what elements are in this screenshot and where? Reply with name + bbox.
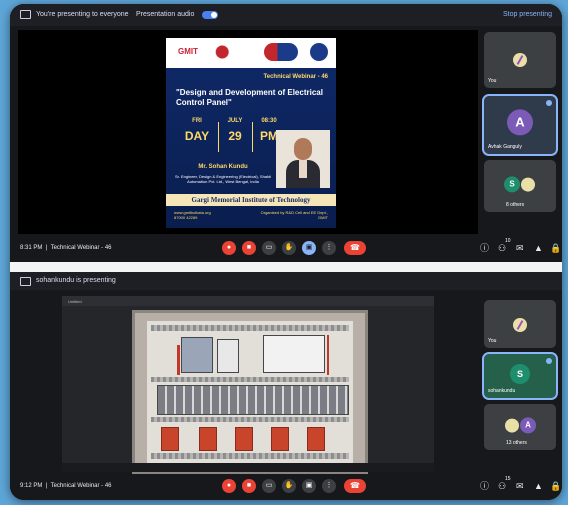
captions-button[interactable]: ▭	[262, 479, 276, 493]
mic-off-icon	[513, 318, 527, 333]
camera-button[interactable]: ■	[242, 479, 256, 493]
viewer-toolbar: Untitled	[62, 296, 434, 306]
leave-call-button[interactable]: ☎	[344, 479, 366, 493]
raise-hand-button[interactable]: ✋	[282, 241, 296, 255]
avatar: A	[520, 417, 536, 434]
info-icon[interactable]: ⓘ	[480, 481, 489, 491]
presentation-audio-label: Presentation audio	[136, 11, 195, 18]
bottom-control-bar: 9:12 PM | Technical Webinar - 46 ● ■ ▭ ✋…	[10, 474, 562, 500]
present-button[interactable]: ▣	[302, 479, 316, 493]
institute-name: Gargi Memorial Institute of Technology	[166, 194, 336, 206]
viewer-title: Untitled	[68, 299, 82, 304]
meeting-title: Technical Webinar - 46	[50, 245, 112, 251]
mic-off-icon	[513, 53, 527, 68]
participant-name: You	[488, 78, 497, 84]
activities-icon[interactable]: ▲	[534, 481, 543, 491]
participant-name: 13 others	[506, 440, 527, 446]
more-icon	[546, 358, 552, 364]
presenting-banner: sohankundu is presenting	[10, 272, 562, 290]
info-icon[interactable]: ⓘ	[480, 243, 489, 253]
meeting-title: Technical Webinar - 46	[50, 483, 112, 489]
partner-logo	[264, 43, 298, 61]
participant-tile-you[interactable]: You	[484, 300, 556, 348]
host-controls-icon[interactable]: 🔒	[550, 243, 561, 253]
participant-tile-you[interactable]: You	[484, 32, 556, 88]
poster-title: "Design and Development of Electrical Co…	[176, 88, 323, 107]
separator	[10, 262, 562, 272]
speaker-role: Sr. Engineer, Design & Engineering (Elec…	[174, 174, 272, 184]
meet-window-presenting: You're presenting to everyone Presentati…	[10, 4, 562, 262]
people-icon[interactable]: ⚇	[498, 243, 506, 253]
leave-call-button[interactable]: ☎	[344, 241, 366, 255]
more-icon	[546, 100, 552, 106]
shared-screen: Untitled	[62, 296, 434, 474]
day-big: DAY	[184, 129, 210, 143]
month-small: JULY	[227, 118, 243, 124]
participant-tile-others[interactable]: A 13 others	[484, 404, 556, 450]
clock: 8:31 PM	[20, 245, 43, 251]
date-big: 29	[228, 129, 242, 143]
captions-button[interactable]: ▭	[262, 241, 276, 255]
gmit-logo: GMIT	[178, 47, 198, 56]
poster-footer: www.gmitkolkata.org 87000 42289 Organise…	[174, 210, 328, 220]
avatar: S	[504, 176, 520, 193]
meet-window-viewing: sohankundu is presenting Untitled You S …	[10, 272, 562, 500]
raise-hand-button[interactable]: ✋	[282, 479, 296, 493]
camera-button[interactable]: ■	[242, 241, 256, 255]
present-screen-icon	[20, 277, 31, 286]
participant-tile-others[interactable]: S 8 others	[484, 160, 556, 212]
activities-icon[interactable]: ▲	[534, 243, 543, 253]
people-icon[interactable]: ⚇	[498, 481, 506, 491]
chat-icon[interactable]: ✉	[516, 481, 524, 491]
poster-logos: GMIT	[166, 38, 336, 68]
participant-name: You	[488, 338, 497, 344]
poster-series: Technical Webinar - 46	[263, 74, 328, 80]
more-options-button[interactable]: ⋮	[322, 479, 336, 493]
seal-logo	[310, 43, 328, 61]
people-count-badge: 10	[505, 238, 511, 244]
presentation-audio-toggle[interactable]	[202, 11, 218, 19]
participant-name: 8 others	[506, 202, 525, 208]
speaker-photo	[276, 130, 330, 188]
mic-off-icon	[521, 177, 535, 192]
avatar: A	[507, 109, 533, 136]
participant-name: Avhak Ganguly	[488, 144, 522, 150]
organiser: Organised by R&D Cell and EE Dept., GMIT	[260, 210, 328, 220]
mic-button[interactable]: ●	[222, 479, 236, 493]
avatar: S	[510, 364, 530, 384]
presenting-text: You're presenting to everyone	[36, 11, 129, 18]
speaker-name: Mr. Sohan Kundu	[198, 164, 248, 170]
presenting-banner: You're presenting to everyone Presentati…	[10, 4, 562, 26]
present-screen-icon	[20, 10, 31, 19]
more-options-button[interactable]: ⋮	[322, 241, 336, 255]
people-count-badge: 15	[505, 476, 511, 482]
webinar-poster: GMIT Technical Webinar - 46 "Design and …	[166, 38, 336, 228]
presenting-text: sohankundu is presenting	[36, 277, 116, 284]
participant-name: sohankundu	[488, 388, 516, 394]
control-panel-photo	[132, 310, 368, 474]
partner-logo	[212, 43, 246, 61]
meeting-info: 8:31 PM | Technical Webinar - 46	[20, 245, 112, 251]
chat-icon[interactable]: ✉	[516, 243, 524, 253]
mic-off-icon	[505, 418, 519, 433]
clock: 9:12 PM	[20, 483, 43, 489]
bottom-control-bar: 8:31 PM | Technical Webinar - 46 ● ■ ▭ ✋…	[10, 236, 562, 262]
participant-tile[interactable]: S sohankundu	[482, 352, 558, 400]
screenshot-frame: You're presenting to everyone Presentati…	[10, 4, 562, 500]
present-button[interactable]: ▣	[302, 241, 316, 255]
shared-screen: GMIT Technical Webinar - 46 "Design and …	[18, 30, 478, 234]
day-small: FRI	[192, 118, 202, 124]
participant-tile[interactable]: A Avhak Ganguly	[482, 94, 558, 156]
shared-taskbar	[62, 463, 434, 472]
stop-presenting-button[interactable]: Stop presenting	[503, 11, 552, 18]
host-controls-icon[interactable]: 🔒	[550, 481, 561, 491]
meeting-info: 9:12 PM | Technical Webinar - 46	[20, 483, 112, 489]
time-small: 08:30	[261, 118, 277, 124]
mic-button[interactable]: ●	[222, 241, 236, 255]
